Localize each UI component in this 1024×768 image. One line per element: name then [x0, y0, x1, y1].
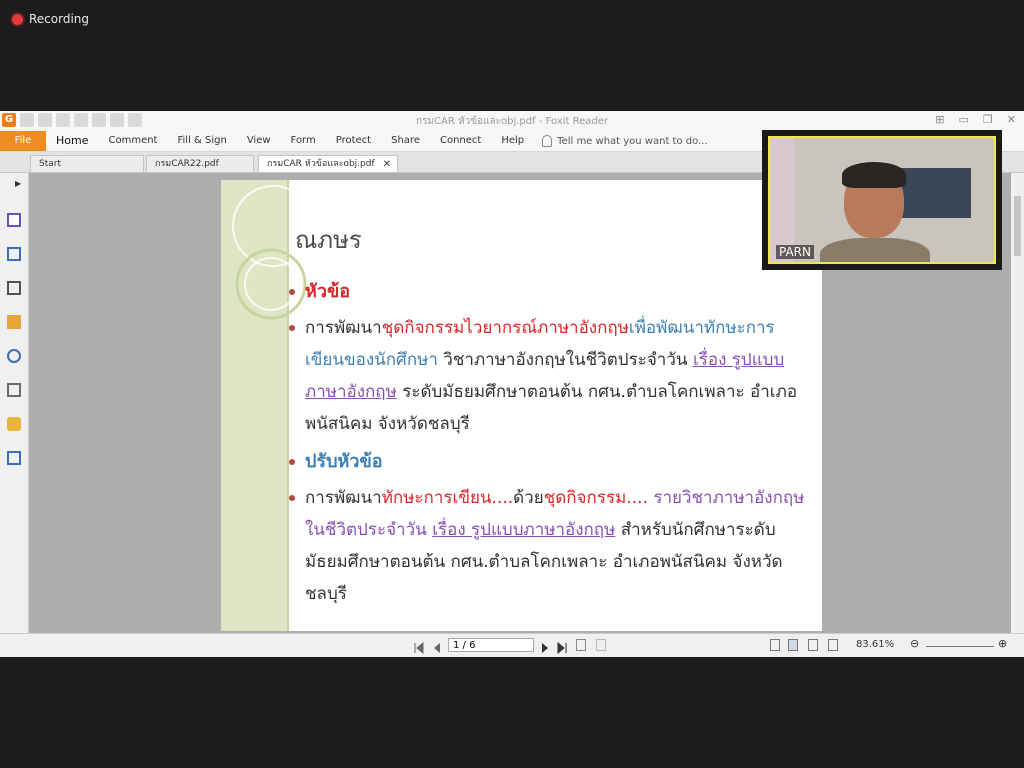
continuous-facing-icon[interactable]: [828, 639, 838, 651]
slide-title: ณภษร: [295, 226, 362, 254]
tab-car22-label: กรมCAR22.pdf: [155, 159, 219, 169]
expand-panel-icon[interactable]: ▶: [15, 179, 21, 188]
recording-indicator: Recording: [12, 12, 89, 26]
menu-home[interactable]: Home: [46, 131, 98, 151]
lightbulb-icon: [542, 135, 553, 147]
recording-label: Recording: [29, 12, 90, 26]
pdf-page: ณภษร หัวข้อ การพัฒนาชุดกิจกรรมไวยากรณ์ภา…: [221, 180, 822, 631]
next-page-icon[interactable]: [540, 639, 550, 653]
heading-topic: หัวข้อ: [305, 281, 351, 302]
security-lock-icon[interactable]: [7, 417, 21, 431]
previous-page-icon[interactable]: [432, 639, 442, 653]
menu-help[interactable]: Help: [491, 131, 534, 151]
window-title: กรมCAR หัวข้อและobj.pdf - Foxit Reader: [416, 116, 608, 127]
text-segment: วิชาภาษาอังกฤษในชีวิตประจำวัน: [437, 350, 693, 370]
navigation-panel: ▶: [0, 173, 29, 635]
zoom-level[interactable]: 83.61%: [856, 639, 894, 650]
tab-start-label: Start: [39, 159, 61, 169]
menu-share[interactable]: Share: [381, 131, 430, 151]
text-segment: เรื่อง รูปแบบภาษาอังกฤษ: [432, 520, 616, 540]
bullet-icon: [289, 459, 295, 465]
text-segment: ด้วย: [513, 488, 544, 508]
menu-protect[interactable]: Protect: [326, 131, 381, 151]
bullet-icon: [289, 325, 295, 331]
scroll-thumb[interactable]: [1014, 196, 1021, 256]
record-icon: [12, 13, 23, 25]
tell-me-text: Tell me what you want to do...: [557, 135, 708, 147]
menu-comment[interactable]: Comment: [98, 131, 167, 151]
tab-start[interactable]: Start: [30, 155, 144, 172]
vertical-scrollbar[interactable]: [1011, 173, 1024, 635]
previous-view-icon[interactable]: [576, 639, 586, 651]
menu-fill-sign[interactable]: Fill & Sign: [167, 131, 236, 151]
zoom-in-icon[interactable]: ⊕: [998, 637, 1007, 650]
text-segment: การพัฒนา: [305, 488, 382, 508]
bullet-icon: [289, 289, 295, 295]
text-segment: ทักษะการเขียน....: [381, 488, 514, 508]
page-number-field[interactable]: 1 / 6: [448, 638, 534, 652]
next-view-icon[interactable]: [596, 639, 606, 651]
restore-icon[interactable]: ❐: [983, 113, 993, 126]
minimize-icon[interactable]: ▭: [959, 113, 969, 126]
menu-form[interactable]: Form: [281, 131, 326, 151]
video-overlay[interactable]: PARN: [762, 130, 1002, 270]
decorative-circles: [232, 185, 311, 320]
close-window-icon[interactable]: ✕: [1007, 113, 1016, 126]
close-tab-icon[interactable]: ✕: [383, 156, 391, 173]
single-page-icon[interactable]: [770, 639, 780, 651]
text-segment: ชุดกิจกรรมไวยากรณ์ภาษาอังกฤษ: [381, 318, 629, 338]
edit-tools-icon[interactable]: [7, 451, 21, 465]
text-segment: ชุดกิจกรรม....: [543, 488, 654, 508]
tell-me-search[interactable]: Tell me what you want to do...: [534, 135, 708, 147]
webcam-feed: PARN: [768, 136, 996, 264]
facing-page-icon[interactable]: [808, 639, 818, 651]
wall-picture: [895, 168, 971, 218]
continuous-page-icon[interactable]: [788, 639, 798, 651]
first-page-icon[interactable]: [414, 639, 424, 655]
layout-icon[interactable]: ⊞: [935, 113, 944, 126]
zoom-slider[interactable]: [926, 646, 994, 647]
layers-icon[interactable]: [7, 281, 21, 295]
topic-paragraph: การพัฒนาชุดกิจกรรมไวยากรณ์ภาษาอังกฤษเพื่…: [305, 312, 810, 440]
bookmarks-icon[interactable]: [7, 213, 21, 227]
window-controls: ⊞ ▭ ❐ ✕: [935, 113, 1016, 126]
zoom-out-icon[interactable]: ⊖: [910, 637, 919, 650]
pages-icon[interactable]: [7, 247, 21, 261]
menu-connect[interactable]: Connect: [430, 131, 491, 151]
tab-active-label: กรมCAR หัวข้อและobj.pdf: [267, 159, 375, 169]
revised-topic-paragraph: การพัฒนาทักษะการเขียน....ด้วยชุดกิจกรรม.…: [305, 482, 810, 610]
status-bar: 1 / 6 83.61% ⊖ ⊕: [0, 633, 1024, 657]
file-menu[interactable]: File: [0, 131, 46, 151]
title-bar: G กรมCAR หัวข้อและobj.pdf - Foxit Reader…: [0, 111, 1024, 131]
text-segment: การพัฒนา: [305, 318, 382, 338]
menu-view[interactable]: View: [237, 131, 281, 151]
bullet-icon: [289, 495, 295, 501]
signature-icon[interactable]: [7, 383, 21, 397]
tab-car22[interactable]: กรมCAR22.pdf: [146, 155, 254, 172]
person-shoulders: [820, 238, 930, 262]
comments-icon[interactable]: [7, 315, 21, 329]
last-page-icon[interactable]: [557, 639, 567, 655]
tab-active-document[interactable]: กรมCAR หัวข้อและobj.pdf ✕: [258, 155, 398, 172]
person-hair: [842, 162, 906, 188]
participant-name: PARN: [776, 245, 814, 259]
heading-revised-topic: ปรับหัวข้อ: [305, 451, 383, 472]
attachments-icon[interactable]: [7, 349, 21, 363]
